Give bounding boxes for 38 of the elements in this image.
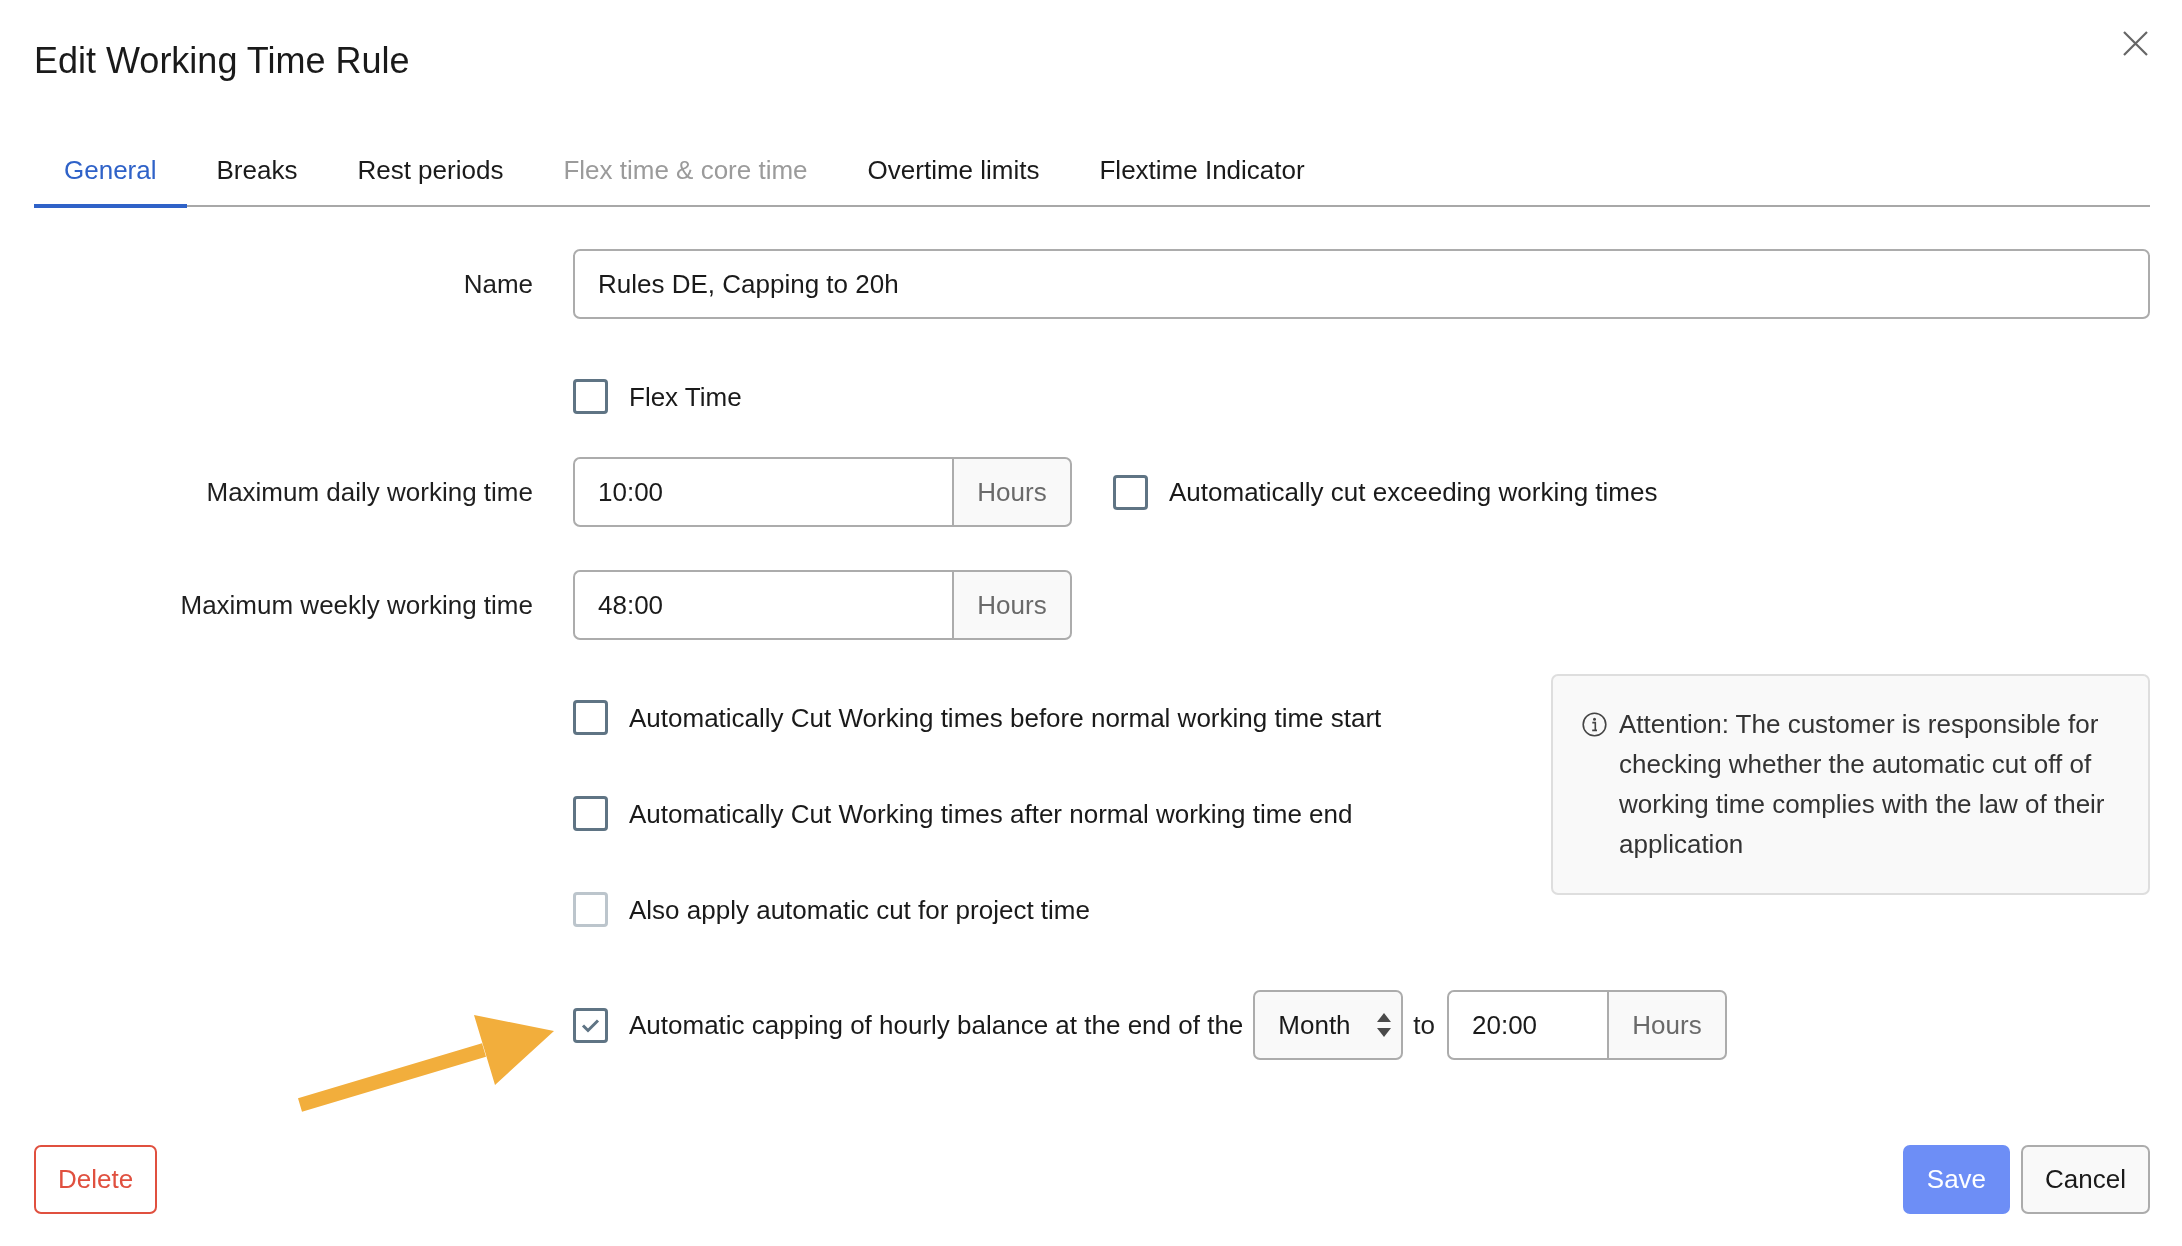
arrow-icon: [298, 1015, 556, 1113]
connector-text: to: [1413, 1009, 1435, 1041]
checkbox-label: Automatically Cut Working times after normal working time end: [629, 798, 1353, 829]
time-input[interactable]: 10:00: [573, 457, 952, 527]
field-label: Maximum weekly working time: [180, 590, 533, 620]
dialog-title: Edit Working Time Rule: [34, 40, 410, 82]
checkbox[interactable]: [1113, 474, 1148, 510]
field-label: Maximum daily working time: [206, 477, 533, 507]
checkbox-label: Also apply automatic cut for project time: [629, 894, 1090, 925]
tab[interactable]: Breaks: [186, 139, 328, 208]
secondary-button[interactable]: Cancel: [2021, 1145, 2150, 1214]
checkbox[interactable]: [573, 796, 608, 831]
danger-button[interactable]: Delete: [34, 1145, 158, 1214]
tab[interactable]: Flextime Indicator: [1069, 139, 1335, 208]
checkbox[interactable]: [573, 1007, 608, 1043]
info-icon: [1582, 712, 1607, 737]
tab[interactable]: General: [34, 139, 187, 208]
text-input[interactable]: Rules DE, Capping to 20h: [573, 249, 2150, 319]
field-label: Name: [463, 269, 533, 299]
time-input[interactable]: 48:00: [573, 570, 952, 640]
unit-label: Hours: [1607, 990, 1727, 1060]
close-button[interactable]: [2123, 31, 2148, 56]
checkbox-label: Automatically cut exceeding working times: [1169, 477, 1658, 507]
checkbox-label: Automatically Cut Working times before normal working time start: [629, 702, 1382, 733]
tab[interactable]: Overtime limits: [837, 139, 1070, 208]
time-input[interactable]: 20:00: [1447, 990, 1607, 1060]
updown-caret-icon: [1377, 1013, 1392, 1037]
period-select[interactable]: Month: [1253, 990, 1404, 1060]
unit-label: Hours: [952, 570, 1072, 640]
checkbox[interactable]: [573, 379, 608, 414]
check-icon: [581, 1017, 600, 1033]
checkbox-label: Automatic capping of hourly balance at the end of the: [629, 1010, 1244, 1040]
close-icon: [2123, 31, 2148, 56]
checkbox-label: Flex Time: [629, 381, 742, 412]
checkbox[interactable]: [573, 700, 608, 735]
notice-text: Attention: The customer is responsible for checking whether the automatic cut off of working time complies with the law of their application: [1619, 708, 2106, 861]
unit-label: Hours: [952, 457, 1072, 527]
tab[interactable]: Rest periods: [327, 139, 534, 208]
